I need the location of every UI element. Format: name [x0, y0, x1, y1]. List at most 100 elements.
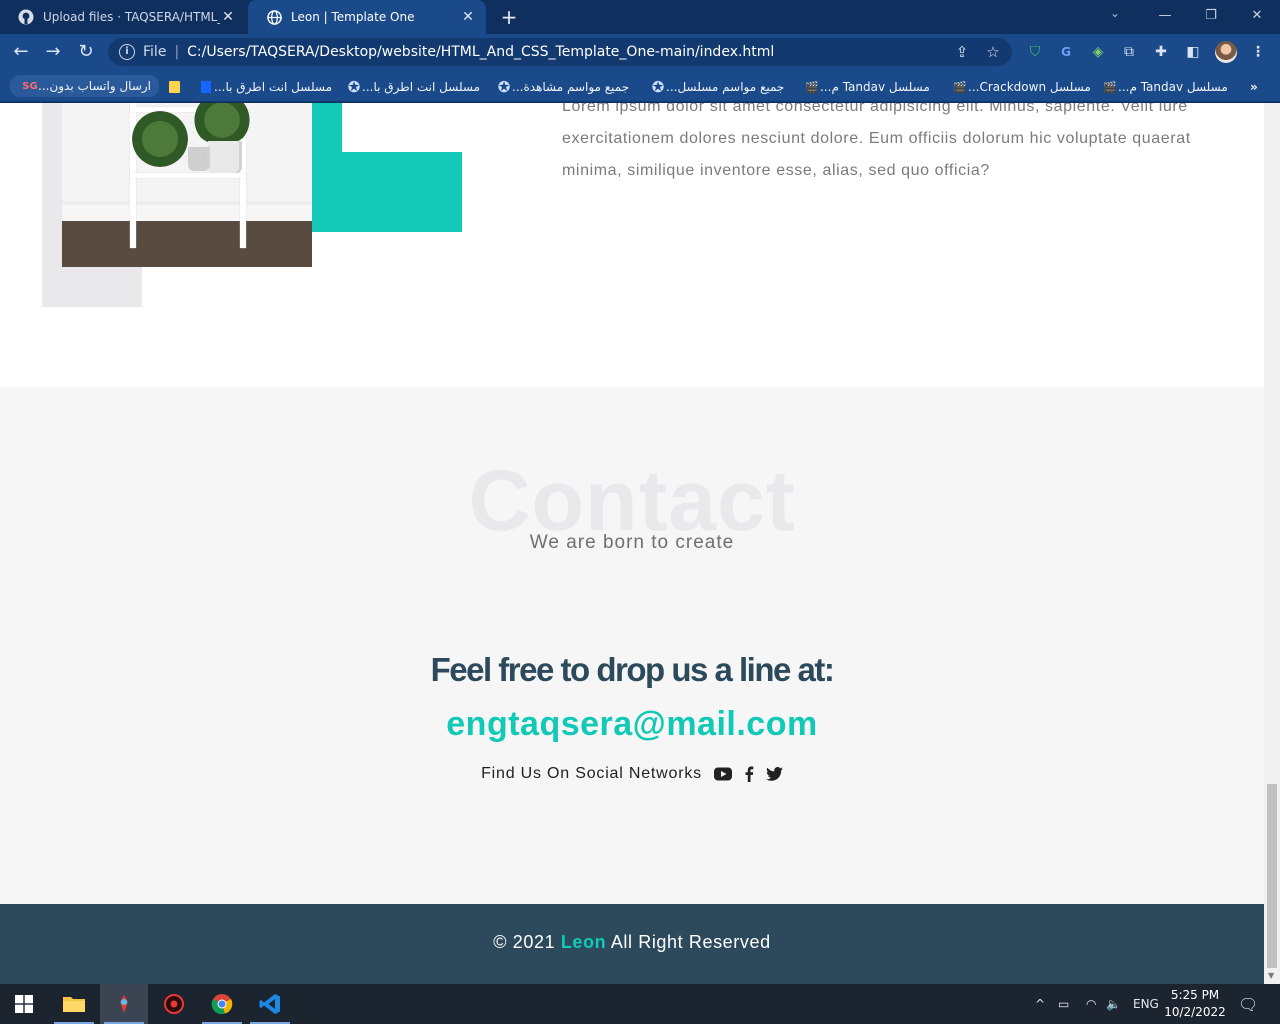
footer-brand: Leon	[560, 932, 607, 952]
windows-taskbar: ^ ▭ ◠ 🔈 ENG 5:25 PM 10/2/2022 🗨	[0, 984, 1280, 1024]
new-tab-button[interactable]: +	[498, 6, 520, 28]
folder-bookmark-icon	[166, 79, 182, 95]
close-icon[interactable]: ✕	[460, 9, 476, 25]
vscode-button[interactable]	[246, 984, 294, 1024]
screen-extension-icon[interactable]: ⧉	[1119, 42, 1139, 62]
sidebar-icon[interactable]: ◧	[1183, 42, 1203, 62]
restore-icon[interactable]: ❐	[1188, 0, 1234, 30]
address-bar[interactable]: i File | C:/Users/TAQSERA/Desktop/websit…	[108, 38, 1012, 66]
page-footer: © 2021 Leon All Right Reserved	[0, 904, 1264, 984]
youtube-icon[interactable]	[713, 767, 732, 781]
url-text[interactable]: C:/Users/TAQSERA/Desktop/website/HTML_An…	[187, 44, 774, 60]
bookmark-item[interactable]: جميع مواسم مشاهدة... ✪	[490, 77, 629, 97]
clock-date: 10/2/2022	[1164, 1005, 1226, 1019]
decorative-block	[342, 103, 462, 152]
minimize-icon[interactable]: —	[1142, 0, 1188, 30]
tab-title: Leon | Template One	[291, 10, 415, 24]
social-label: Find Us On Social Networks	[481, 765, 702, 782]
contact-line: Feel free to drop us a line at:	[430, 651, 835, 688]
shield-app-icon	[164, 994, 184, 1014]
footer-copyright: © 2021 Leon All Right Reserved	[0, 932, 1264, 953]
info-icon[interactable]: i	[119, 44, 135, 60]
clapper-icon: 🎬	[1103, 80, 1117, 94]
sg-icon: SG	[22, 80, 38, 92]
bookmark-label: ارسال واتساب بدون...	[38, 79, 152, 93]
bookmark-item[interactable]: مسلسل Crackdown... 🎬	[946, 77, 1091, 97]
more-bookmarks-icon[interactable]: »	[1250, 77, 1258, 97]
bookmark-item[interactable]: مسلسل Tandav م... 🎬	[798, 77, 930, 97]
bookmark-label: مسلسل انت اطرق با...	[362, 80, 481, 94]
scroll-down-arrow-icon[interactable]: ▼	[1268, 971, 1274, 980]
back-arrow-icon[interactable]: ←	[8, 40, 34, 64]
puzzle-icon[interactable]: ✚	[1151, 42, 1171, 62]
bookmark-item[interactable]: جميع مواسم مسلسل... ✪	[644, 77, 785, 97]
film-reel-icon: ✪	[347, 78, 361, 96]
bookmark-item[interactable]	[160, 77, 182, 97]
share-icon[interactable]: ⇪	[952, 42, 972, 62]
browser-toolbar: ← → ↻ i File | C:/Users/TAQSERA/Desktop/…	[0, 34, 1280, 70]
tray-chevron-up-icon[interactable]: ^	[1035, 984, 1045, 1024]
scrollbar-thumb[interactable]	[1267, 784, 1277, 968]
page-viewport: Lorem ipsum dolor sit amet consectetur a…	[0, 103, 1264, 984]
about-image	[62, 103, 312, 267]
extension-icon[interactable]: ◈	[1088, 42, 1108, 62]
shield-extension-icon[interactable]: ⛉	[1025, 42, 1045, 62]
app-icon	[120, 995, 128, 1013]
contact-subtitle: We are born to create	[529, 532, 735, 553]
tab-leon-template[interactable]: Leon | Template One ✕	[248, 0, 486, 34]
vscode-icon	[259, 994, 280, 1014]
notifications-icon[interactable]: 🗨	[1238, 984, 1258, 1024]
page-scrollbar[interactable]: ▼	[1264, 103, 1280, 984]
volume-icon[interactable]: 🔈	[1106, 984, 1121, 1024]
contact-email-link[interactable]: engtaqsera@mail.com	[0, 705, 1264, 744]
social-links: Find Us On Social Networks	[0, 765, 1264, 783]
bookmarks-bar: ارسال واتساب بدون... SG مسلسل انت اطرق ب…	[0, 70, 1280, 102]
divider: |	[174, 44, 180, 60]
clapper-icon: 🎬	[805, 80, 819, 94]
wifi-icon[interactable]: ◠	[1086, 984, 1096, 1024]
avatar[interactable]	[1215, 41, 1237, 63]
tab-upload-files[interactable]: Upload files · TAQSERA/HTML_An ✕	[0, 0, 246, 34]
reload-icon[interactable]: ↻	[73, 40, 99, 64]
chevron-down-icon[interactable]: ⌄	[1110, 6, 1120, 20]
chrome-icon	[211, 994, 233, 1015]
close-window-icon[interactable]: ✕	[1234, 0, 1280, 30]
battery-icon[interactable]: ▭	[1058, 984, 1069, 1024]
film-reel-icon: ✪	[497, 78, 511, 96]
twitter-icon[interactable]	[766, 767, 783, 781]
star-icon[interactable]: ☆	[983, 42, 1003, 62]
window-controls: — ❐ ✕	[1142, 0, 1280, 30]
globe-icon	[266, 9, 282, 25]
bookmark-item[interactable]: مسلسل Tandav م... 🎬	[1096, 77, 1228, 97]
clock[interactable]: 5:25 PM 10/2/2022	[1162, 987, 1228, 1021]
tab-strip: Upload files · TAQSERA/HTML_An ✕ Leon | …	[0, 0, 1280, 34]
about-paragraph: Lorem ipsum dolor sit amet consectetur a…	[562, 103, 1191, 179]
clock-time: 5:25 PM	[1170, 988, 1220, 1002]
tab-title: Upload files · TAQSERA/HTML_An	[43, 10, 220, 24]
language-indicator[interactable]: ENG	[1133, 984, 1159, 1024]
bookmark-label: مسلسل Tandav م...	[1118, 80, 1228, 94]
footer-prefix: © 2021	[493, 932, 556, 952]
bookmark-label: مسلسل Tandav م...	[820, 80, 930, 94]
contact-section: Contact We are born to create Feel free …	[0, 387, 1264, 904]
bookmark-item[interactable]: ارسال واتساب بدون... SG	[10, 75, 160, 97]
app-button[interactable]	[100, 984, 148, 1024]
close-icon[interactable]: ✕	[220, 9, 236, 25]
chrome-button[interactable]	[198, 984, 246, 1024]
forward-arrow-icon[interactable]: →	[40, 40, 66, 64]
footer-suffix: All Right Reserved	[610, 932, 771, 952]
scheme-label: File	[143, 44, 167, 60]
bookmark-label: مسلسل انت اطرق با...	[214, 80, 333, 94]
film-reel-icon: ✪	[651, 78, 665, 96]
menu-icon[interactable]: ⋮	[1248, 42, 1268, 62]
bookmark-label: جميع مواسم مسلسل...	[666, 80, 785, 94]
github-icon	[18, 9, 34, 25]
bookmark-item[interactable]: مسلسل انت اطرق با...	[192, 77, 332, 97]
windows-logo-icon	[15, 995, 33, 1013]
start-button[interactable]	[0, 984, 48, 1024]
translate-extension-icon[interactable]: G	[1056, 42, 1076, 62]
facebook-icon[interactable]	[744, 766, 754, 782]
file-explorer-button[interactable]	[50, 984, 98, 1024]
security-app-button[interactable]	[150, 984, 198, 1024]
bookmark-item[interactable]: مسلسل انت اطرق با... ✪	[340, 77, 480, 97]
